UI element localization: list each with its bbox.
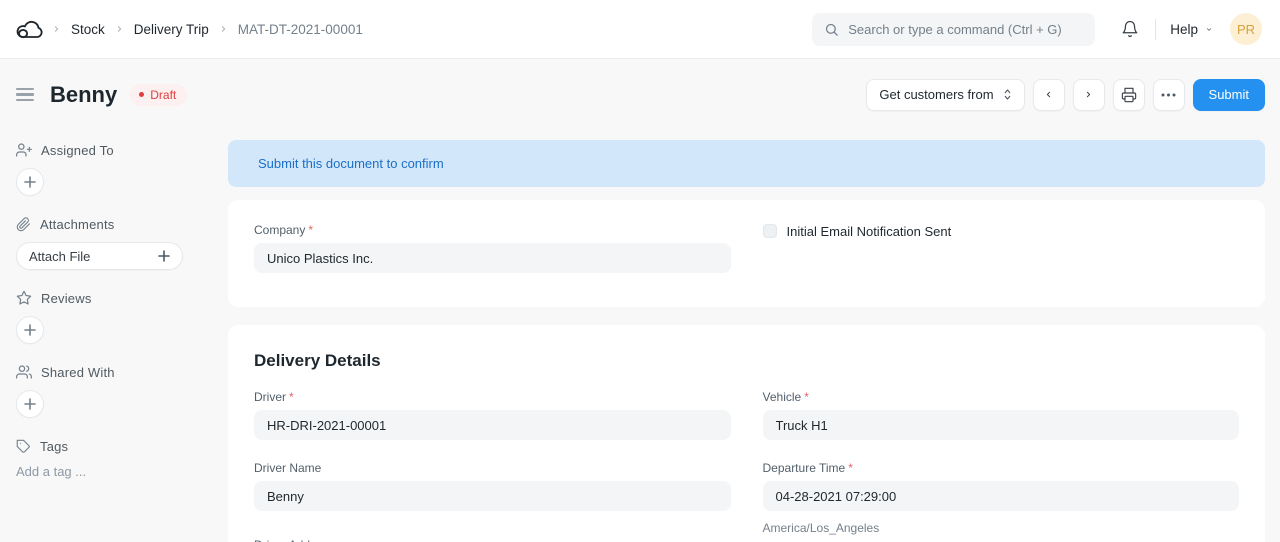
notifications-bell-icon[interactable]	[1121, 20, 1139, 38]
document-sidebar: Assigned To Attachments Attach File	[0, 130, 228, 542]
initial-email-checkbox[interactable]	[763, 224, 777, 238]
add-tag-input[interactable]: Add a tag ...	[16, 464, 212, 479]
app-root: Stock Delivery Trip MAT-DT-2021-00001	[0, 0, 1280, 542]
chevron-right-icon	[1084, 88, 1093, 101]
required-marker: *	[804, 390, 809, 404]
delivery-details-heading: Delivery Details	[254, 351, 1239, 371]
print-button[interactable]	[1113, 79, 1145, 111]
menu-ellipsis-button[interactable]	[1153, 79, 1185, 111]
breadcrumb-current-document: MAT-DT-2021-00001	[238, 22, 363, 37]
breadcrumb-stock[interactable]: Stock	[71, 22, 105, 37]
get-customers-label: Get customers from	[879, 87, 993, 102]
alert-banner: Submit this document to confirm	[228, 140, 1265, 187]
sidebar-label-tags: Tags	[40, 439, 68, 454]
sidebar-label-assigned-to: Assigned To	[41, 143, 114, 158]
select-updown-icon	[1003, 88, 1012, 101]
driver-name-field: Driver Name	[254, 460, 731, 511]
navbar-right: Help PR	[812, 13, 1262, 46]
page-actions: Get customers from	[866, 79, 1265, 111]
plus-icon	[24, 176, 36, 188]
get-customers-from-button[interactable]: Get customers from	[866, 79, 1024, 111]
plus-icon	[24, 324, 36, 336]
plus-icon	[24, 398, 36, 410]
printer-icon	[1121, 87, 1137, 103]
add-review-button[interactable]	[16, 316, 44, 344]
company-label: Company*	[254, 222, 731, 238]
delivery-details-card: Delivery Details Driver* Driver Name	[228, 325, 1265, 542]
attach-file-button[interactable]: Attach File	[16, 242, 183, 270]
user-plus-icon	[16, 142, 32, 158]
next-document-button[interactable]	[1073, 79, 1105, 111]
breadcrumb-delivery-trip[interactable]: Delivery Trip	[134, 22, 209, 37]
status-label: Draft	[150, 88, 176, 102]
sidebar-section-tags: Tags Add a tag ...	[16, 438, 212, 479]
add-share-button[interactable]	[16, 390, 44, 418]
chevron-left-icon	[1044, 88, 1053, 101]
company-input[interactable]	[254, 243, 731, 273]
sidebar-section-shared-with: Shared With	[16, 364, 212, 418]
tag-icon	[16, 439, 31, 454]
add-assignment-button[interactable]	[16, 168, 44, 196]
departure-time-input[interactable]	[763, 481, 1240, 511]
sidebar-label-reviews: Reviews	[41, 291, 92, 306]
help-label: Help	[1170, 22, 1198, 37]
chevron-right-icon	[219, 23, 228, 35]
global-search[interactable]	[812, 13, 1095, 46]
search-input[interactable]	[848, 22, 1083, 37]
required-marker: *	[848, 461, 853, 475]
divider	[1155, 19, 1156, 40]
page-title: Benny	[50, 82, 117, 108]
paperclip-icon	[16, 217, 31, 232]
company-field: Company*	[254, 222, 731, 273]
initial-email-label: Initial Email Notification Sent	[787, 224, 952, 239]
page-header: Benny Draft Get customers from	[0, 59, 1280, 130]
initial-email-field: Initial Email Notification Sent	[763, 223, 1240, 239]
sidebar-label-shared-with: Shared With	[41, 365, 115, 380]
menu-icon[interactable]	[16, 84, 34, 106]
vehicle-label: Vehicle*	[763, 389, 1240, 405]
status-badge: Draft	[130, 84, 187, 106]
sidebar-section-reviews: Reviews	[16, 290, 212, 344]
status-dot	[139, 92, 144, 97]
ellipsis-icon	[1161, 93, 1176, 97]
avatar[interactable]: PR	[1230, 13, 1262, 45]
submit-button[interactable]: Submit	[1193, 79, 1265, 111]
attach-file-label: Attach File	[29, 249, 90, 264]
sidebar-section-attachments: Attachments Attach File	[16, 216, 212, 270]
sidebar-section-assigned-to: Assigned To	[16, 142, 212, 196]
driver-address-label: Driver Address	[254, 537, 731, 542]
company-section-card: Company* Initial Email Notification Sent	[228, 200, 1265, 307]
search-icon	[824, 22, 839, 37]
required-marker: *	[308, 223, 313, 237]
star-icon	[16, 290, 32, 306]
driver-field: Driver*	[254, 389, 731, 440]
users-icon	[16, 364, 32, 380]
departure-time-field: Departure Time* America/Los_Angeles	[763, 460, 1240, 535]
navbar: Stock Delivery Trip MAT-DT-2021-00001	[0, 0, 1280, 59]
timezone-helper-text: America/Los_Angeles	[763, 521, 1240, 535]
driver-address-field: Driver Address	[254, 537, 731, 542]
vehicle-field: Vehicle*	[763, 389, 1240, 440]
vehicle-input[interactable]	[763, 410, 1240, 440]
alert-message: Submit this document to confirm	[258, 156, 444, 171]
plus-icon	[158, 250, 170, 262]
departure-time-label: Departure Time*	[763, 460, 1240, 476]
help-menu[interactable]: Help	[1170, 22, 1214, 37]
driver-name-input[interactable]	[254, 481, 731, 511]
driver-label: Driver*	[254, 389, 731, 405]
breadcrumb: Stock Delivery Trip MAT-DT-2021-00001	[52, 22, 363, 37]
driver-name-label: Driver Name	[254, 460, 731, 476]
driver-input[interactable]	[254, 410, 731, 440]
prev-document-button[interactable]	[1033, 79, 1065, 111]
chevron-right-icon	[52, 23, 61, 35]
required-marker: *	[289, 390, 294, 404]
sidebar-label-attachments: Attachments	[40, 217, 114, 232]
chevron-right-icon	[115, 23, 124, 35]
content: Assigned To Attachments Attach File	[0, 130, 1280, 542]
form-main: Submit this document to confirm Company*…	[228, 130, 1280, 542]
chevron-down-icon	[1204, 26, 1214, 33]
app-logo-icon[interactable]	[14, 17, 44, 42]
